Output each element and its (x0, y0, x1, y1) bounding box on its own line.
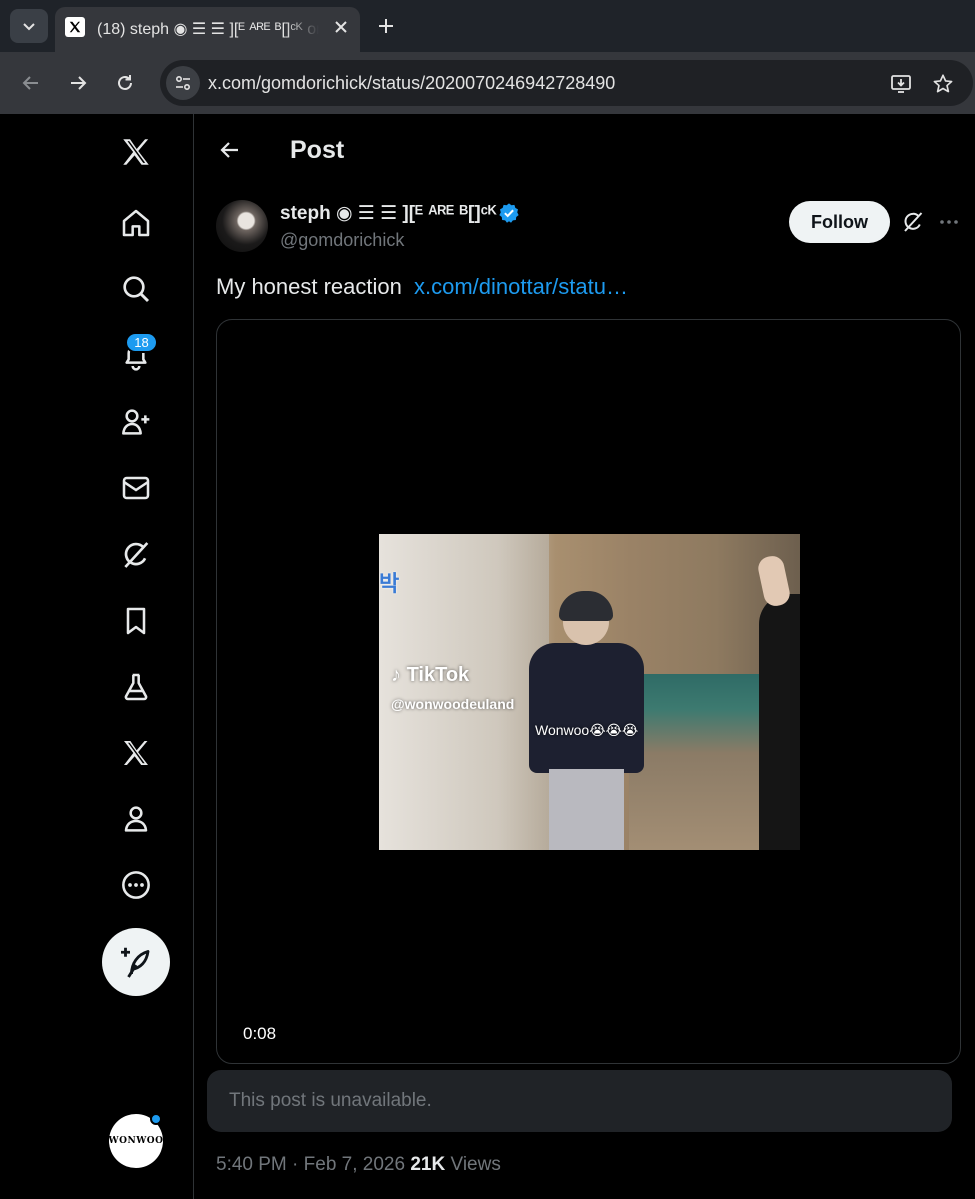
video-raised-hand (756, 553, 792, 609)
post-body-text: My honest reaction (216, 274, 402, 299)
account-status-dot (150, 1113, 162, 1125)
back-arrow-button[interactable] (212, 132, 248, 168)
post-date[interactable]: Feb 7, 2026 (304, 1154, 405, 1175)
arrow-left-icon (220, 142, 238, 158)
close-icon[interactable] (329, 15, 353, 39)
arrow-left-icon (22, 76, 38, 90)
star-icon[interactable] (930, 71, 956, 97)
new-tab-button[interactable] (372, 12, 400, 40)
search-icon[interactable] (112, 265, 160, 313)
envelope-icon[interactable] (112, 464, 160, 512)
x-premium-icon[interactable] (112, 729, 160, 777)
post-link[interactable]: x.com/dinottar/statu… (414, 274, 628, 299)
tiktok-watermark-user: @wonwoodeuland (391, 696, 515, 712)
post-time[interactable]: 5:40 PM (216, 1154, 287, 1175)
post-text: My honest reaction x.com/dinottar/statu… (216, 274, 628, 300)
video-person-partial (759, 594, 800, 850)
flask-icon[interactable] (112, 663, 160, 711)
person-icon[interactable] (112, 795, 160, 843)
browser-toolbar: x.com/gomdorichick/status/20200702469427… (0, 52, 975, 114)
tab-title: (18) steph ◉ ☰ ☰ ][ᴱ ᴬᴿᴱ ᴮ[]ᶜᴷ on X (97, 21, 319, 38)
more-horizontal-icon[interactable] (935, 208, 963, 236)
person-add-icon[interactable] (112, 398, 160, 446)
compose-post-button[interactable] (102, 928, 170, 996)
post-views-label: Views (450, 1154, 501, 1175)
home-icon[interactable] (112, 199, 160, 247)
video-player[interactable]: 박 ♪ TikTok @wonwoodeuland Wonwoo😭😭😭 0:08 (216, 319, 961, 1064)
address-bar[interactable]: x.com/gomdorichick/status/20200702469427… (160, 60, 973, 106)
video-frame[interactable]: 박 ♪ TikTok @wonwoodeuland Wonwoo😭😭😭 (379, 534, 800, 850)
verified-badge-icon[interactable] (498, 202, 520, 224)
forward-button[interactable] (61, 66, 95, 100)
tab-search-button[interactable] (10, 9, 48, 43)
quoted-post-unavailable: This post is unavailable. (207, 1070, 952, 1132)
reload-button[interactable] (108, 66, 142, 100)
post-views-count: 21K (410, 1154, 446, 1175)
author-name[interactable]: steph ◉ ☰ ☰ ][ᴱ ᴬᴿᴱ ᴮ[]ᶜᴷ (280, 202, 497, 225)
tiktok-note-icon: ♪ (391, 664, 401, 686)
chevron-down-icon (23, 23, 35, 31)
video-background-curtain (379, 534, 549, 850)
tiktok-watermark-text: TikTok (406, 664, 470, 686)
grok-icon[interactable] (899, 208, 927, 236)
browser-tab[interactable]: (18) steph ◉ ☰ ☰ ][ᴱ ᴬᴿᴱ ᴮ[]ᶜᴷ on X (55, 7, 360, 52)
more-circle-icon[interactable] (112, 861, 160, 909)
tune-icon[interactable] (166, 66, 200, 100)
url-text[interactable]: x.com/gomdorichick/status/20200702469427… (208, 73, 615, 94)
browser-tab-bar: (18) steph ◉ ☰ ☰ ][ᴱ ᴬᴿᴱ ᴮ[]ᶜᴷ on X (0, 0, 975, 52)
video-caption: Wonwoo😭😭😭 (535, 722, 639, 738)
plus-icon (379, 19, 393, 33)
feather-plus-icon (121, 947, 150, 978)
reload-icon (118, 75, 132, 90)
back-button[interactable] (14, 66, 48, 100)
tiktok-watermark: ♪ TikTok (391, 664, 469, 687)
account-avatar-text: WONWOO (108, 1136, 164, 1146)
post-meta: 5:40 PM · Feb 7, 2026 21K Views (216, 1154, 501, 1176)
grok-icon[interactable] (112, 531, 160, 579)
video-logo-text: 박 (379, 571, 400, 596)
quoted-post-unavailable-text: This post is unavailable. (229, 1090, 432, 1111)
install-app-icon[interactable] (888, 71, 914, 97)
bookmark-icon[interactable] (112, 597, 160, 645)
meta-separator: · (292, 1154, 299, 1175)
follow-button[interactable]: Follow (789, 201, 890, 243)
video-timestamp: 0:08 (243, 1024, 277, 1043)
sidebar-nav (0, 114, 194, 1199)
page-title: Post (290, 136, 345, 164)
author-avatar[interactable] (216, 200, 268, 252)
author-handle[interactable]: @gomdorichick (280, 230, 404, 251)
x-logo-icon (65, 17, 85, 37)
notification-badge: 18 (125, 332, 158, 353)
x-logo-icon[interactable] (112, 128, 160, 176)
arrow-right-icon (71, 76, 87, 90)
